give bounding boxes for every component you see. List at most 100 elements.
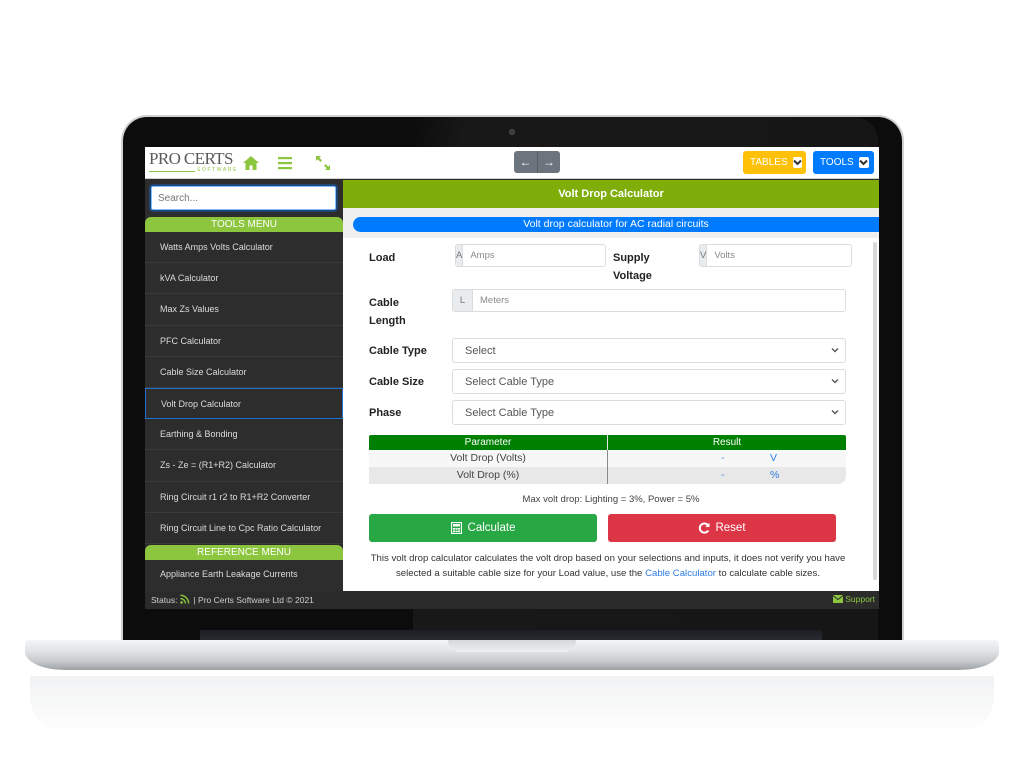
- sidebar-item-earth-leakage[interactable]: Appliance Earth Leakage Currents: [145, 560, 343, 588]
- result-unit: V: [770, 452, 778, 464]
- history-nav: ← →: [514, 151, 560, 173]
- rss-signal-icon: [180, 594, 190, 606]
- sidebar: TOOLS MENU Watts Amps Volts Calculator k…: [145, 180, 343, 591]
- tools-dropdown-button[interactable]: TOOLS: [813, 151, 874, 174]
- row-parameter: Volt Drop (Volts): [369, 450, 608, 467]
- cable-size-label: Cable Size: [369, 376, 425, 388]
- description-text: This volt drop calculator calculates the…: [367, 551, 849, 581]
- tables-dropdown-button[interactable]: TABLES: [743, 151, 806, 174]
- refresh-icon: [699, 522, 710, 534]
- supply-voltage-input-group: V: [699, 244, 852, 267]
- phase-value: Select Cable Type: [465, 406, 555, 419]
- sidebar-item-max-zs[interactable]: Max Zs Values: [145, 294, 343, 326]
- load-input-group: A: [455, 244, 606, 267]
- sidebar-item-zs-ze[interactable]: Zs - Ze = (R1+R2) Calculator: [145, 450, 343, 482]
- row-result: - V: [608, 450, 846, 467]
- length-addon: L: [453, 290, 473, 311]
- header-parameter: Parameter: [369, 435, 608, 450]
- chevron-down-icon: [831, 410, 839, 415]
- sidebar-item-kva[interactable]: kVA Calculator: [145, 263, 343, 295]
- support-label: Support: [845, 594, 875, 604]
- supply-label-line1: Supply: [613, 252, 650, 264]
- sidebar-search: [151, 186, 336, 210]
- load-input[interactable]: [463, 245, 605, 266]
- cable-calculator-link[interactable]: Cable Calculator: [645, 568, 716, 579]
- chevron-down-icon: [831, 379, 839, 384]
- cable-length-input-group: L: [452, 289, 846, 312]
- laptop-reflection: [30, 676, 994, 736]
- supply-label-line2: Voltage: [613, 270, 652, 282]
- cable-type-label: Cable Type: [369, 345, 427, 357]
- top-navbar: PRO CERTS SOFTWARE ← → TABLES TOOLS: [145, 147, 879, 179]
- chevron-down-icon: [831, 348, 839, 353]
- tools-menu-list: Watts Amps Volts Calculator kVA Calculat…: [145, 232, 343, 544]
- copyright-text: | Pro Certs Software Ltd © 2021: [193, 595, 314, 605]
- sidebar-item-pfc[interactable]: PFC Calculator: [145, 326, 343, 357]
- results-header: Parameter Result: [369, 435, 846, 450]
- reference-menu-header: REFERENCE MENU: [145, 545, 343, 560]
- chevron-down-icon: [792, 157, 802, 168]
- app-screen: PRO CERTS SOFTWARE ← → TABLES TOOLS Sear…: [145, 147, 879, 609]
- cable-type-value: Select: [465, 344, 496, 357]
- result-value: -: [721, 469, 725, 481]
- sidebar-item-ring-r1r2-converter[interactable]: Ring Circuit r1 r2 to R1+R2 Converter: [145, 482, 343, 513]
- sidebar-item-earthing-bonding[interactable]: Earthing & Bonding: [145, 419, 343, 451]
- support-link[interactable]: Support: [833, 594, 875, 604]
- main-content: Volt Drop Calculator Volt drop calculato…: [343, 180, 879, 591]
- row-result: - %: [608, 467, 846, 484]
- header-result: Result: [712, 437, 742, 448]
- reference-menu-list: Appliance Earth Leakage Currents: [145, 560, 343, 588]
- cable-size-select[interactable]: Select Cable Type: [452, 369, 846, 394]
- table-row: Volt Drop (Volts) - V: [369, 450, 846, 467]
- logo-subtitle-row: SOFTWARE: [149, 167, 238, 176]
- result-value: -: [721, 452, 725, 464]
- sidebar-item-ring-cpc-ratio[interactable]: Ring Circuit Line to Cpc Ratio Calculato…: [145, 513, 343, 544]
- results-table: Parameter Result Volt Drop (Volts) - V V…: [369, 435, 846, 484]
- page-subtitle: Volt drop calculator for AC radial circu…: [353, 217, 879, 232]
- tables-label: TABLES: [750, 157, 788, 168]
- envelope-icon: [833, 595, 844, 603]
- length-label-line1: Cable: [369, 297, 399, 309]
- logo-subtitle: SOFTWARE: [197, 167, 238, 173]
- phase-select[interactable]: Select Cable Type: [452, 400, 846, 425]
- calculator-icon: [450, 522, 462, 534]
- pro-certs-logo[interactable]: PRO CERTS SOFTWARE: [149, 150, 237, 176]
- reset-button[interactable]: Reset: [608, 514, 836, 542]
- table-row: Volt Drop (%) - %: [369, 467, 846, 484]
- sidebar-item-watts-amps-volts[interactable]: Watts Amps Volts Calculator: [145, 232, 343, 264]
- cable-size-value: Select Cable Type: [465, 375, 555, 388]
- content-scrollbar[interactable]: [873, 242, 877, 580]
- reset-label: Reset: [715, 522, 746, 534]
- forward-button[interactable]: →: [537, 151, 560, 173]
- status-label: Status:: [151, 595, 178, 605]
- tools-menu-header: TOOLS MENU: [145, 217, 343, 232]
- expand-icon[interactable]: [313, 153, 333, 173]
- tools-label: TOOLS: [820, 157, 854, 168]
- sidebar-item-cable-size[interactable]: Cable Size Calculator: [145, 357, 343, 388]
- volt-drop-form: Load A Supply Voltage V Cable Length L: [343, 238, 879, 591]
- chevron-down-icon: [858, 157, 869, 168]
- length-label-line2: Length: [369, 315, 406, 327]
- cable-type-select[interactable]: Select: [452, 338, 846, 363]
- supply-voltage-label: Supply Voltage: [613, 249, 652, 285]
- page-title: Volt Drop Calculator: [343, 180, 879, 208]
- status-bar: Status: | Pro Certs Software Ltd © 2021 …: [145, 591, 879, 609]
- hamburger-menu-icon[interactable]: [275, 153, 295, 173]
- max-volt-drop-note: Max volt drop: Lighting = 3%, Power = 5%: [522, 494, 700, 505]
- phase-label: Phase: [369, 407, 402, 419]
- volts-addon: V: [700, 245, 708, 266]
- home-icon[interactable]: [241, 153, 261, 173]
- sidebar-item-volt-drop[interactable]: Volt Drop Calculator: [145, 387, 343, 420]
- supply-voltage-input[interactable]: [707, 245, 851, 266]
- row-parameter: Volt Drop (%): [369, 467, 608, 484]
- calculate-label: Calculate: [467, 522, 516, 534]
- result-unit: %: [770, 469, 780, 481]
- back-button[interactable]: ←: [514, 151, 537, 173]
- webcam: [509, 129, 515, 135]
- load-label: Load: [369, 252, 396, 264]
- search-input[interactable]: [151, 186, 336, 210]
- calculate-button[interactable]: Calculate: [369, 514, 597, 542]
- logo-underline: [149, 171, 195, 172]
- cable-length-input[interactable]: [473, 290, 845, 311]
- amps-addon: A: [456, 245, 464, 266]
